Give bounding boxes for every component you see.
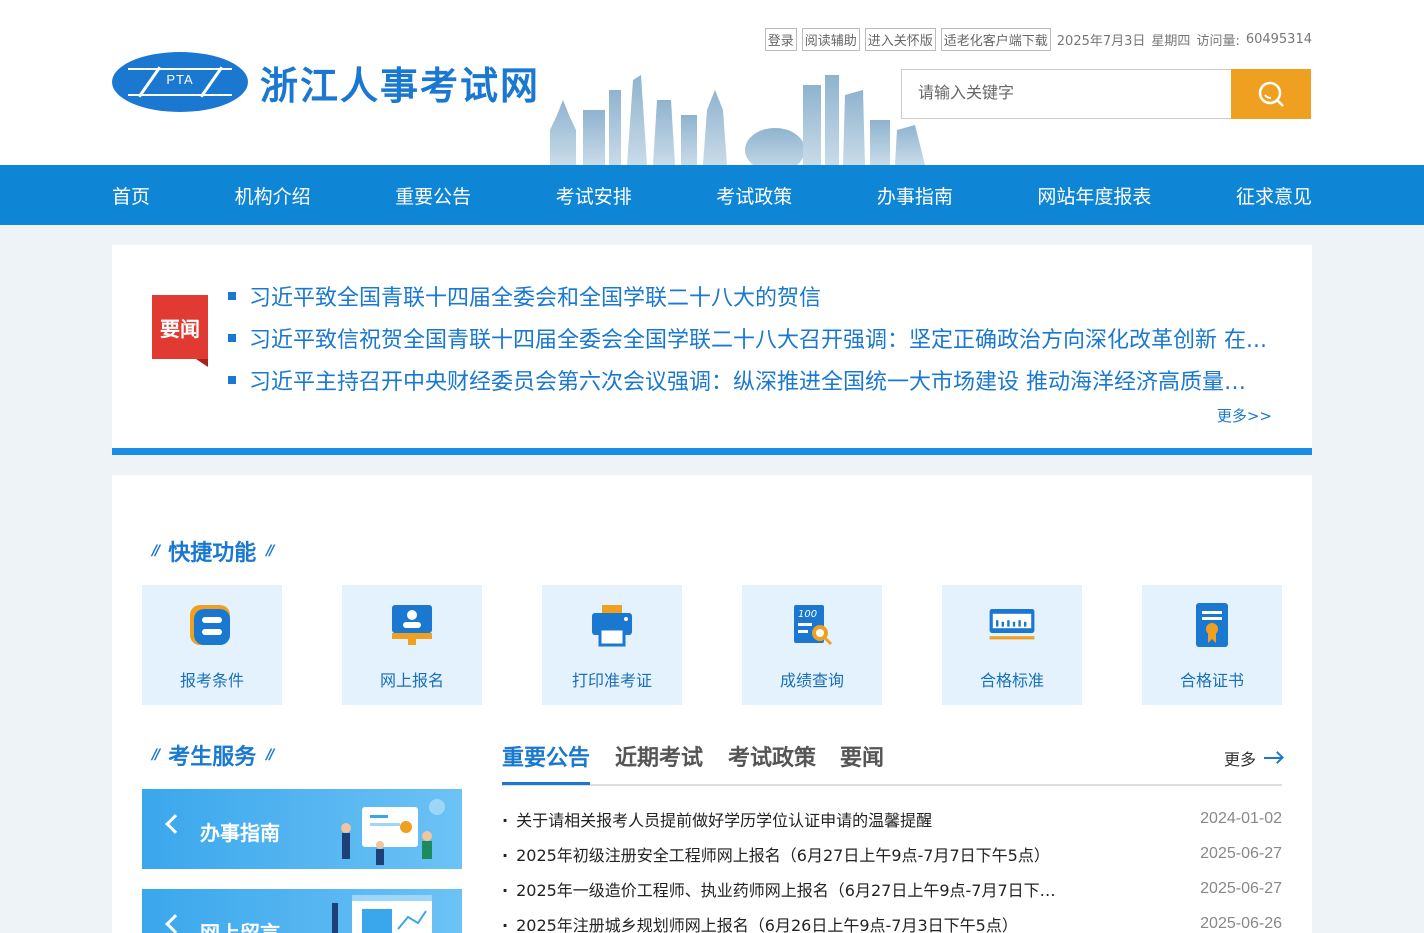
list-item[interactable]: 2025年注册城乡规划师网上报名（6月26日上午9点-7月3日下午5点） 202… <box>502 906 1282 933</box>
list-item[interactable]: 2025年初级注册安全工程师网上报名（6月27日上午9点-7月7日下午5点） 2… <box>502 836 1282 871</box>
headline-badge-label: 要闻 <box>152 295 208 359</box>
nav-item-exam-schedule[interactable]: 考试安排 <box>556 182 632 209</box>
tab-news[interactable]: 要闻 <box>840 740 884 772</box>
reading-aid-link[interactable]: 阅读辅助 <box>801 28 860 51</box>
quick-item-online-registration[interactable]: 网上报名 <box>342 585 482 705</box>
service-card-message[interactable]: 网上留言 <box>142 889 462 933</box>
current-weekday: 星期四 <box>1151 34 1191 49</box>
quick-item-pass-standard[interactable]: 合格标准 <box>942 585 1082 705</box>
search-input[interactable] <box>901 69 1231 119</box>
headline-list: 习近平致全国青联十四届全委会和全国学联二十八大的贺信 习近平致信祝贺全国青联十四… <box>228 275 1267 401</box>
score-query-icon: 100 <box>794 605 833 646</box>
active-tab-indicator <box>502 782 590 785</box>
tab-recent-exams[interactable]: 近期考试 <box>615 740 703 772</box>
top-utility-bar: 登录 阅读辅助 进入关怀版 适老化客户端下载 2025年7月3日 星期四 访问量… <box>760 28 1312 51</box>
ruler-icon <box>989 609 1035 640</box>
current-date: 2025年7月3日 <box>1056 34 1146 49</box>
site-header: PTA 浙江人事考试网 登录 阅读辅助 进入关怀版 适老化客户端下载 2025年… <box>0 0 1424 165</box>
headline-item[interactable]: 习近平主持召开中央财经委员会第六次会议强调：纵深推进全国统一大市场建设 推动海洋… <box>228 359 1267 401</box>
quick-item-certificate[interactable]: 合格证书 <box>1142 585 1282 705</box>
svg-text:100: 100 <box>798 609 817 620</box>
logo-text: PTA <box>166 72 194 87</box>
headline-item[interactable]: 习近平致全国青联十四届全委会和全国学联二十八大的贺信 <box>228 275 1267 317</box>
site-title: 浙江人事考试网 <box>260 63 541 108</box>
nav-item-exam-policy[interactable]: 考试政策 <box>716 182 792 209</box>
tab-announcements[interactable]: 重要公告 <box>502 740 590 772</box>
search-icon <box>1258 81 1284 107</box>
headline-news-panel: 要闻 习近平致全国青联十四届全委会和全国学联二十八大的贺信 习近平致信祝贺全国青… <box>112 245 1312 455</box>
tab-exam-policy[interactable]: 考试政策 <box>728 740 816 772</box>
printer-icon <box>592 605 632 647</box>
headline-more-link[interactable]: 更多>> <box>1217 405 1272 426</box>
login-link[interactable]: 登录 <box>764 28 797 51</box>
list-item[interactable]: 关于请相关报考人员提前做好学历学位认证申请的温馨提醒 2024-01-02 <box>502 801 1282 836</box>
arrow-right-icon <box>1264 757 1282 759</box>
nav-item-about[interactable]: 机构介绍 <box>235 182 311 209</box>
visit-label: 访问量: <box>1196 34 1240 49</box>
elderly-client-download-link[interactable]: 适老化客户端下载 <box>940 28 1051 51</box>
guide-illustration <box>341 799 445 865</box>
online-registration-icon <box>392 605 432 645</box>
care-mode-link[interactable]: 进入关怀版 <box>864 28 936 51</box>
quick-functions-heading: //快捷功能// <box>152 541 275 566</box>
headline-item[interactable]: 习近平致信祝贺全国青联十四届全委会全国学联二十八大召开强调：坚定正确政治方向深化… <box>228 317 1267 359</box>
quick-item-exam-conditions[interactable]: 报考条件 <box>142 585 282 705</box>
notice-tabs: 重要公告 近期考试 考试政策 要闻 更多 <box>502 730 1282 786</box>
notice-list: 关于请相关报考人员提前做好学历学位认证申请的温馨提醒 2024-01-02 20… <box>502 801 1282 933</box>
list-item[interactable]: 2025年一级造价工程师、执业药师网上报名（6月27日上午9点-7月7日下午..… <box>502 871 1282 906</box>
main-content-panel: //快捷功能// 报考条件 网上报名 打印准考证 100 成绩查询 合格标准 合… <box>112 475 1312 933</box>
site-logo[interactable]: PTA 浙江人事考试网 <box>112 52 540 112</box>
nav-item-announcements[interactable]: 重要公告 <box>395 182 471 209</box>
service-card-guide[interactable]: 办事指南 <box>142 789 462 869</box>
nav-item-annual-report[interactable]: 网站年度报表 <box>1037 182 1151 209</box>
nav-item-guide[interactable]: 办事指南 <box>877 182 953 209</box>
city-skyline-illustration <box>550 75 925 165</box>
candidate-services-heading: //考生服务// <box>152 745 275 770</box>
search-button[interactable] <box>1231 69 1311 119</box>
nav-item-feedback[interactable]: 征求意见 <box>1236 182 1312 209</box>
quick-item-print-admission[interactable]: 打印准考证 <box>542 585 682 705</box>
certificate-icon <box>1196 603 1228 647</box>
quick-functions-grid: 报考条件 网上报名 打印准考证 100 成绩查询 合格标准 合格证书 <box>142 585 1282 705</box>
exam-conditions-icon <box>190 605 230 645</box>
pta-logo-emblem: PTA <box>112 52 248 112</box>
notices-more-link[interactable]: 更多 <box>1224 746 1282 770</box>
visit-count: 60495314 <box>1245 32 1312 47</box>
quick-item-score-query[interactable]: 100 成绩查询 <box>742 585 882 705</box>
headline-badge: 要闻 <box>152 295 208 367</box>
chevron-left-icon <box>165 914 185 933</box>
search-bar <box>901 69 1311 119</box>
nav-item-home[interactable]: 首页 <box>112 182 150 209</box>
message-illustration <box>332 895 432 933</box>
chevron-left-icon <box>165 814 185 834</box>
main-nav: 首页 机构介绍 重要公告 考试安排 考试政策 办事指南 网站年度报表 征求意见 <box>0 165 1424 225</box>
